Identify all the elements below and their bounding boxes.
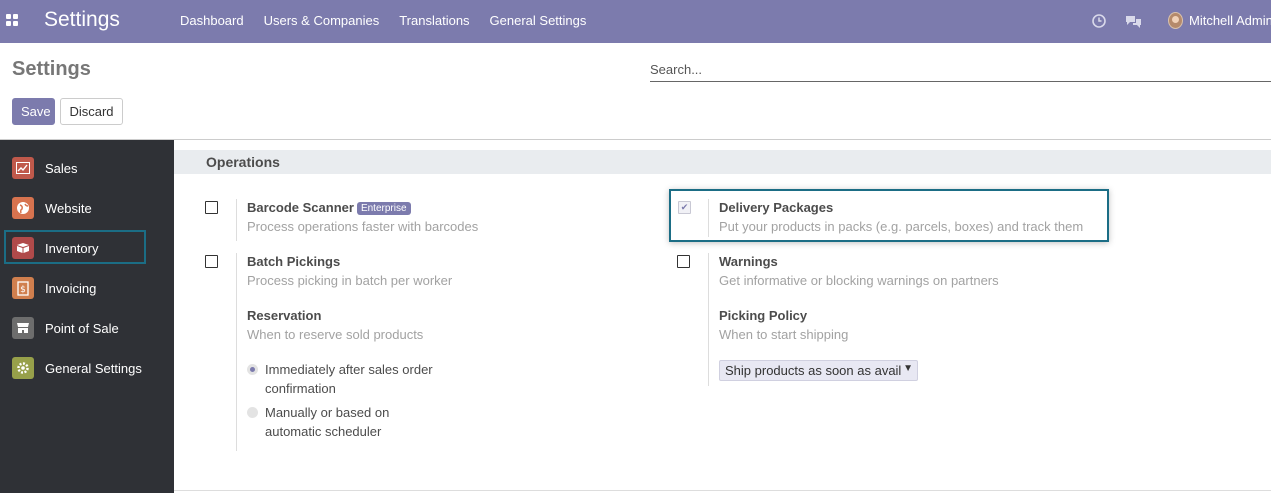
sidebar-item-website[interactable]: Website: [0, 190, 174, 226]
menu-general-settings[interactable]: General Settings: [490, 13, 587, 28]
reservation-option-label: Manually or based on automatic scheduler: [265, 403, 389, 441]
picking-policy-desc: When to start shipping: [719, 327, 849, 342]
app-title: Settings: [44, 8, 120, 31]
gear-icon: [12, 357, 34, 379]
delivery-packages-title: Delivery Packages: [719, 200, 834, 215]
delivery-packages-checkbox[interactable]: ✔: [678, 201, 691, 214]
sidebar-item-invoicing[interactable]: $ Invoicing: [0, 270, 174, 306]
reservation-radio-manual[interactable]: [247, 407, 258, 418]
sales-chart-icon: [12, 157, 34, 179]
batch-pickings-desc: Process picking in batch per worker: [247, 273, 453, 288]
setting-divider: [708, 199, 709, 237]
warnings-desc: Get informative or blocking warnings on …: [719, 273, 999, 288]
sidebar-item-label: Point of Sale: [45, 320, 119, 336]
box-icon: [12, 237, 34, 259]
enterprise-badge: Enterprise: [356, 202, 411, 215]
sidebar-item-label: General Settings: [45, 360, 142, 376]
barcode-scanner-checkbox[interactable]: [205, 201, 218, 214]
menu-dashboard[interactable]: Dashboard: [180, 13, 244, 28]
reservation-title: Reservation: [247, 308, 322, 323]
sidebar-item-point-of-sale[interactable]: Point of Sale: [0, 310, 174, 346]
svg-text:$: $: [20, 285, 26, 295]
sidebar-item-inventory[interactable]: Inventory: [0, 230, 174, 266]
batch-pickings-checkbox[interactable]: [205, 255, 218, 268]
setting-divider: [236, 199, 237, 241]
option-line: automatic scheduler: [265, 424, 382, 439]
reservation-desc: When to reserve sold products: [247, 327, 424, 342]
main-menu: Dashboard Users & Companies Translations…: [180, 13, 586, 28]
reservation-option-label: Immediately after sales order confirmati…: [265, 360, 433, 398]
section-bottom-divider: [174, 490, 1271, 491]
top-navbar: Settings Dashboard Users & Companies Tra…: [0, 0, 1271, 43]
user-name: Mitchell Admin: [1189, 13, 1271, 28]
breadcrumb: Settings: [12, 58, 91, 80]
invoice-icon: $: [12, 277, 34, 299]
avatar: [1168, 12, 1183, 29]
focus-highlight-frame: [669, 189, 1109, 242]
option-line: Manually or based on: [265, 405, 390, 420]
setting-title-text: Barcode Scanner: [247, 200, 354, 215]
reservation-radio-immediate[interactable]: [247, 364, 258, 375]
save-button[interactable]: Save: [12, 98, 55, 125]
section-title: Operations: [206, 154, 280, 170]
globe-icon: [12, 197, 34, 219]
store-icon: [12, 317, 34, 339]
setting-divider: [708, 253, 709, 386]
activity-clock-icon[interactable]: [1091, 13, 1107, 29]
option-line: confirmation: [265, 381, 336, 396]
control-panel-divider: [0, 139, 1271, 140]
chevron-down-icon: ▼: [903, 363, 913, 374]
sidebar-item-sales[interactable]: Sales: [0, 150, 174, 186]
sidebar-item-label: Website: [45, 200, 92, 216]
user-menu[interactable]: Mitchell Admin: [1168, 12, 1271, 29]
option-line: Immediately after sales order: [265, 362, 433, 377]
search-bar: [650, 58, 1271, 82]
warnings-checkbox[interactable]: [677, 255, 690, 268]
sidebar-item-general-settings[interactable]: General Settings: [0, 350, 174, 386]
setting-divider: [236, 253, 237, 451]
delivery-packages-desc: Put your products in packs (e.g. parcels…: [719, 219, 1084, 234]
barcode-scanner-desc: Process operations faster with barcodes: [247, 219, 479, 234]
menu-translations[interactable]: Translations: [399, 13, 469, 28]
warnings-title: Warnings: [719, 254, 778, 269]
batch-pickings-title: Batch Pickings: [247, 254, 341, 269]
sidebar-item-label: Invoicing: [45, 280, 97, 296]
search-input[interactable]: [650, 58, 1271, 80]
discard-button[interactable]: Discard: [60, 98, 123, 125]
messaging-chat-icon[interactable]: [1125, 13, 1142, 29]
apps-menu-icon[interactable]: [6, 14, 19, 26]
settings-sidebar: Sales Website Inventory $ Invoicing Poin…: [0, 140, 174, 493]
picking-policy-select[interactable]: Ship products as soon as avail ▼: [719, 360, 918, 381]
sidebar-item-label: Sales: [45, 160, 78, 176]
select-value: Ship products as soon as avail: [725, 363, 902, 378]
barcode-scanner-title: Barcode Scanner Enterprise: [247, 200, 411, 215]
section-header: Operations: [174, 150, 1271, 174]
picking-policy-title: Picking Policy: [719, 308, 808, 323]
sidebar-item-label: Inventory: [45, 240, 99, 256]
menu-users-companies[interactable]: Users & Companies: [264, 13, 380, 28]
